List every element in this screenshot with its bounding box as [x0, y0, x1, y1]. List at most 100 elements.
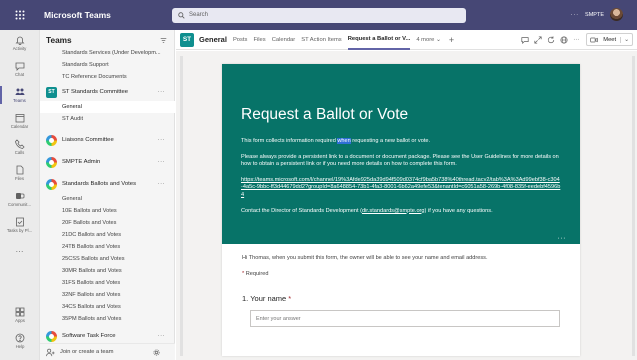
- chevron-down-icon[interactable]: ⌄: [620, 36, 629, 43]
- globe-icon[interactable]: [560, 35, 568, 44]
- channel-item-selected[interactable]: General: [40, 101, 175, 113]
- rail-apps[interactable]: Apps: [0, 302, 40, 328]
- channel-item[interactable]: TC Reference Documents: [40, 71, 175, 83]
- gear-icon[interactable]: [153, 348, 160, 356]
- tasks-icon: [15, 217, 24, 227]
- expand-icon[interactable]: [534, 35, 542, 44]
- app-rail: Activity Chat Teams Calendar Calls Files…: [0, 30, 40, 360]
- channel-item[interactable]: 20F Ballots and Votes: [40, 217, 175, 229]
- form-more-icon[interactable]: ···: [558, 235, 567, 242]
- tab-calendar[interactable]: Calendar: [272, 30, 296, 50]
- channel-item[interactable]: 30MR Ballots and Votes: [40, 265, 175, 277]
- meet-button[interactable]: Meet ⌄: [586, 33, 633, 46]
- rail-help[interactable]: Help: [0, 328, 40, 354]
- team-item[interactable]: SMPTE Admin ···: [40, 153, 175, 171]
- contact-text: ) if you have any questions.: [424, 207, 493, 214]
- tab-more[interactable]: 4 more ⌄: [416, 30, 441, 50]
- team-avatar: [46, 156, 57, 168]
- channel-item[interactable]: Standards Support: [40, 59, 175, 71]
- communities-icon: [15, 193, 24, 199]
- channel-item[interactable]: 24TB Ballots and Votes: [40, 241, 175, 253]
- tab-files[interactable]: Files: [253, 30, 265, 50]
- rail-tasks[interactable]: Tasks by Pl...: [0, 212, 39, 238]
- team-avatar: ST: [46, 86, 57, 98]
- more-icon: ···: [15, 246, 24, 256]
- apps-icon: [15, 307, 25, 317]
- teams-icon: [15, 88, 24, 95]
- channel-item[interactable]: 32NF Ballots and Votes: [40, 289, 175, 301]
- bell-icon: [15, 36, 24, 45]
- channel-item[interactable]: 35PM Ballots and Votes: [40, 313, 175, 325]
- form-guidance: Please always provide a persistent link …: [241, 153, 559, 168]
- required-star: *: [288, 294, 292, 303]
- join-create-label: Join or create a team: [60, 349, 114, 355]
- rail-activity[interactable]: Activity: [0, 30, 39, 56]
- chat-icon: [15, 62, 24, 71]
- rail-label: Calls: [14, 150, 25, 155]
- channel-header: ST General Posts Files Calendar ST Actio…: [176, 30, 637, 50]
- scrollbar[interactable]: [180, 56, 183, 356]
- channel-item[interactable]: 25CSS Ballots and Votes: [40, 253, 175, 265]
- rail-calendar[interactable]: Calendar: [0, 108, 39, 134]
- user-avatar[interactable]: [610, 8, 623, 21]
- contact-email-link[interactable]: dir.standards@smpte.org: [362, 208, 425, 214]
- video-icon: [590, 37, 598, 42]
- join-create-team[interactable]: Join or create a team: [40, 343, 175, 360]
- team-more-icon[interactable]: ···: [158, 89, 165, 95]
- channel-item[interactable]: Standards Services (Under Developm...: [40, 47, 175, 59]
- add-tab-icon[interactable]: +: [449, 35, 454, 45]
- filter-icon[interactable]: [160, 37, 167, 44]
- contact-text: Contact the Director of Standards Develo…: [241, 207, 362, 214]
- team-name: Liaisons Committee: [62, 137, 114, 143]
- tab-st-action-items[interactable]: ST Action Items: [301, 30, 342, 50]
- search-placeholder: Search: [189, 12, 209, 18]
- channel-item[interactable]: ST Audit: [40, 113, 175, 125]
- add-people-icon: [46, 348, 55, 356]
- team-more-icon[interactable]: ···: [158, 159, 165, 165]
- team-item[interactable]: ST ST Standards Committee ···: [40, 83, 175, 101]
- rail-communities[interactable]: Communit...: [0, 186, 39, 212]
- form-card: Request a Ballot or Vote This form colle…: [222, 64, 580, 356]
- header-more-icon[interactable]: ···: [573, 37, 579, 43]
- refresh-icon[interactable]: [547, 35, 555, 44]
- channel-item[interactable]: 10E Ballots and Votes: [40, 205, 175, 217]
- guidelines-link[interactable]: https://teams.microsoft.com/l/channel/19…: [241, 177, 561, 200]
- channel-item[interactable]: General: [40, 193, 175, 205]
- form-description: This form collects information required …: [241, 138, 561, 146]
- channel-item[interactable]: 34CS Ballots and Votes: [40, 301, 175, 313]
- tab-request-ballot[interactable]: Request a Ballot or V...: [347, 30, 411, 50]
- channel-item[interactable]: 31FS Ballots and Votes: [40, 277, 175, 289]
- required-note: * Required: [242, 271, 268, 277]
- rail-teams[interactable]: Teams: [0, 82, 39, 108]
- search-input[interactable]: Search: [172, 7, 466, 23]
- team-name: ST Standards Committee: [62, 89, 129, 95]
- rail-calls[interactable]: Calls: [0, 134, 39, 160]
- panel-title: Teams: [46, 35, 72, 45]
- question-label: 1. Your name *: [242, 294, 291, 303]
- calendar-icon: [15, 114, 24, 123]
- team-name: Standards Ballots and Votes: [62, 181, 137, 187]
- rail-more[interactable]: ···: [0, 238, 39, 264]
- help-icon: [15, 333, 25, 343]
- rail-chat[interactable]: Chat: [0, 56, 39, 82]
- team-more-icon[interactable]: ···: [158, 181, 165, 187]
- team-item[interactable]: Liaisons Committee ···: [40, 131, 175, 149]
- app-launcher-icon[interactable]: [0, 0, 40, 30]
- team-avatar: [46, 134, 57, 146]
- team-item[interactable]: Software Task Force ···: [40, 327, 175, 343]
- team-more-icon[interactable]: ···: [158, 333, 165, 339]
- scrollbar[interactable]: [632, 56, 635, 356]
- form-title: Request a Ballot or Vote: [241, 106, 409, 123]
- name-answer-input[interactable]: [250, 310, 560, 327]
- team-more-icon[interactable]: ···: [158, 137, 165, 143]
- rail-files[interactable]: Files: [0, 160, 39, 186]
- form-intro: Hi Thomas, when you submit this form, th…: [242, 255, 488, 261]
- tab-posts[interactable]: Posts: [233, 30, 248, 50]
- app-name: Microsoft Teams: [44, 10, 111, 20]
- conversation-icon[interactable]: [521, 36, 529, 44]
- team-item[interactable]: Standards Ballots and Votes ···: [40, 175, 175, 193]
- team-avatar: [46, 330, 57, 342]
- more-options-icon[interactable]: ···: [571, 12, 580, 18]
- title-bar: Microsoft Teams Search ··· SMPTE: [0, 0, 637, 30]
- channel-item[interactable]: 21DC Ballots and Votes: [40, 229, 175, 241]
